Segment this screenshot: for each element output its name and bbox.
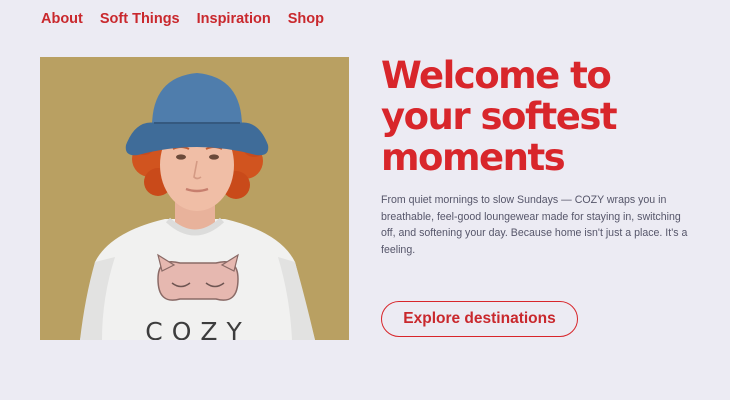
- nav-link-inspiration[interactable]: Inspiration: [197, 10, 271, 28]
- intro-text: From quiet mornings to slow Sundays — CO…: [381, 194, 688, 256]
- shirt-print-text: COZY: [145, 317, 251, 340]
- main-nav: About Soft Things Inspiration Shop: [41, 10, 324, 28]
- explore-destinations-button[interactable]: Explore destinations: [381, 301, 578, 337]
- nav-link-shop[interactable]: Shop: [288, 10, 324, 28]
- nav-link-soft-things[interactable]: Soft Things: [100, 10, 180, 28]
- nav-link-about[interactable]: About: [41, 10, 83, 28]
- page-title: Welcome to your softest moments: [381, 54, 618, 179]
- hero-image: COZY: [40, 57, 349, 340]
- model-photo: COZY: [40, 57, 349, 340]
